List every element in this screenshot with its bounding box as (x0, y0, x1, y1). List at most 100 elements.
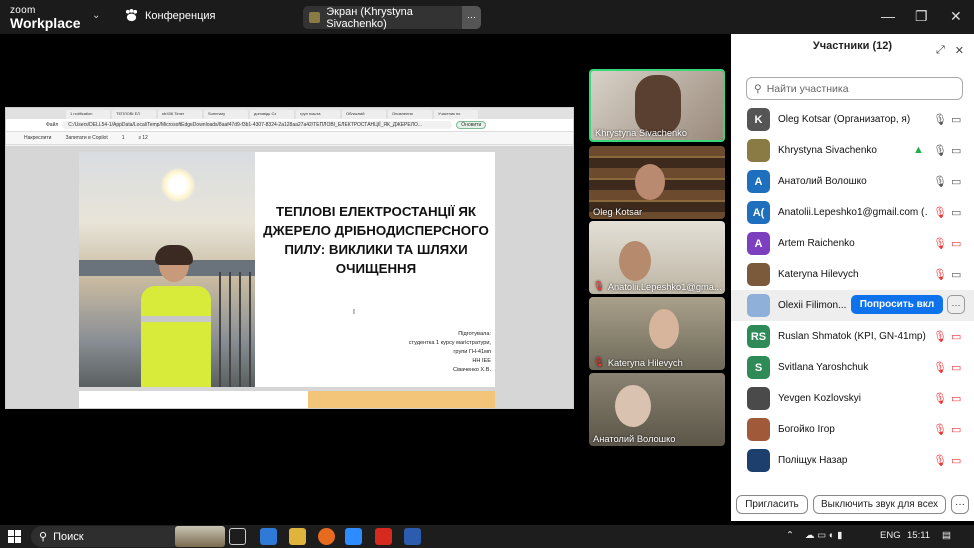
tile-name-text: Kateryna Hilevych (607, 357, 683, 368)
video-icon[interactable]: ▭ (951, 144, 961, 157)
close-button[interactable]: ✕ (950, 8, 962, 25)
prepared-line: студентка 1 курсу магістратури, (408, 340, 491, 346)
browser-tab[interactable]: Summary (204, 110, 248, 119)
participant-row[interactable]: Богойко Ігор 🎙 ▭ (731, 414, 974, 445)
participant-search-input[interactable]: ⚲ Найти участника (746, 77, 963, 100)
share-options-icon[interactable]: ⋯ (462, 6, 481, 29)
page-number[interactable]: 1 (122, 135, 125, 141)
restore-button[interactable]: ❐ (915, 8, 928, 25)
participant-row[interactable]: K Oleg Kotsar (Организатор, я) 🎙 ▭ (731, 104, 974, 135)
browser-tab[interactable]: груп пошта (296, 110, 340, 119)
video-icon[interactable]: ▭ (951, 175, 961, 188)
video-off-icon[interactable]: ▭ (951, 330, 961, 343)
url-field[interactable]: C:/Users/DELL54-1/AppData/Local/Temp/Mic… (62, 121, 453, 129)
browser-tab[interactable]: sfr436 Timer (158, 110, 202, 119)
safety-vest (141, 286, 211, 387)
mic-icon[interactable]: 🎙 (933, 113, 947, 126)
chevron-up-icon[interactable]: ⌃ (786, 530, 794, 541)
taskbar-search-label: Поиск (53, 530, 84, 543)
mic-muted-icon[interactable]: 🎙 (933, 454, 947, 467)
close-panel-icon[interactable]: ✕ (955, 44, 964, 57)
app-icon[interactable] (260, 528, 277, 545)
language-indicator[interactable]: ENG (880, 530, 901, 541)
video-tile[interactable]: Khrystyna Sivachenko (589, 69, 725, 142)
mic-icon[interactable]: 🎙 (933, 175, 947, 188)
browser-tab[interactable]: 1 notification (66, 110, 110, 119)
participant-row[interactable]: A Анатолий Волошко 🎙 ▭ (731, 166, 974, 197)
conference-label: Конференция (145, 9, 216, 22)
participant-name: Oleg Kotsar (Организатор, я) (778, 114, 911, 125)
avatar: A( (747, 201, 770, 224)
pdf-view[interactable]: ТЕПЛОВІ ЕЛЕКТРОСТАНЦІЇ ЯК ДЖЕРЕЛО ДРІБНО… (6, 146, 573, 408)
copilot-button[interactable]: Запитати в Copilot (65, 135, 107, 141)
mic-muted-icon[interactable]: 🎙 (933, 237, 947, 250)
mic-muted-icon[interactable]: 🎙 (933, 330, 947, 343)
video-off-icon[interactable]: ▭ (951, 361, 961, 374)
browser-tab[interactable]: ТЕПЛОВІ ЕЛ (112, 110, 156, 119)
mic-icon[interactable]: 🎙 (933, 144, 947, 157)
video-tile[interactable]: 🎙 Anatolii.Lepeshko1@gma... (589, 221, 725, 294)
participant-row[interactable]: Olexii Filimon... Попросить вкл ··· (731, 290, 974, 321)
video-icon[interactable]: ▭ (951, 206, 961, 219)
ask-to-unmute-button[interactable]: Попросить вкл (851, 295, 943, 314)
video-tile[interactable]: Oleg Kotsar (589, 146, 725, 219)
video-off-icon[interactable]: ▭ (951, 392, 961, 405)
notification-icon[interactable]: ▤ (942, 530, 951, 541)
widgets-thumbnail[interactable] (175, 526, 225, 547)
shared-screen[interactable]: 1 notification ТЕПЛОВІ ЕЛ sfr436 Timer S… (5, 107, 574, 409)
paw-icon (125, 9, 138, 22)
zoom-icon[interactable] (345, 528, 362, 545)
video-icon[interactable]: ▭ (951, 268, 961, 281)
update-button[interactable]: Оновити (456, 121, 487, 129)
mic-muted-icon[interactable]: 🎙 (933, 206, 947, 219)
participant-row[interactable]: Khrystyna Sivachenko ▲ 🎙 ▭ (731, 135, 974, 166)
participant-row[interactable]: RS Ruslan Shmatok (KPI, GN-41mp) 🎙 ▭ (731, 321, 974, 352)
acrobat-icon[interactable] (375, 528, 392, 545)
mic-muted-icon[interactable]: 🎙 (933, 361, 947, 374)
browser-tab[interactable]: Обласний (342, 110, 386, 119)
mic-muted-icon[interactable]: 🎙 (933, 392, 947, 405)
participant-row[interactable]: Поліщук Назар 🎙 ▭ (731, 445, 974, 476)
mute-all-button[interactable]: Выключить звук для всех (813, 495, 946, 514)
video-off-icon[interactable]: ▭ (951, 237, 961, 250)
browser-tab[interactable]: Оновлення (388, 110, 432, 119)
mic-muted-icon[interactable]: 🎙 (933, 423, 947, 436)
chevron-down-icon[interactable]: ⌄ (92, 10, 100, 21)
screen-share-indicator[interactable]: Экран (Khrystyna Sivachenko) ⋯ (303, 6, 481, 30)
footer-more-button[interactable]: ··· (951, 495, 969, 514)
participant-row[interactable]: S Svitlana Yaroshchuk 🎙 ▭ (731, 352, 974, 383)
tray-icons[interactable]: ☁ ▭ ◐ ▮ (805, 530, 842, 541)
participant-face (649, 309, 679, 349)
browser-tab[interactable]: Участник по (434, 110, 478, 119)
video-off-icon[interactable]: ▭ (951, 454, 961, 467)
firefox-icon[interactable] (318, 528, 335, 545)
tile-name-text: Khrystyna Sivachenko (595, 128, 687, 138)
mic-muted-icon[interactable]: 🎙 (933, 268, 947, 281)
task-view-icon[interactable] (229, 528, 246, 545)
participant-name: Anatolii.Lepeshko1@gmail.com (… (778, 207, 928, 218)
video-tile[interactable]: Анатолий Волошко (589, 373, 725, 446)
participant-face (615, 385, 651, 427)
video-icon[interactable]: ▭ (951, 113, 961, 126)
participant-name: Svitlana Yaroshchuk (778, 362, 869, 373)
more-options-button[interactable]: ··· (947, 295, 965, 314)
minimize-button[interactable]: — (881, 8, 895, 24)
participant-row[interactable]: A Artem Raichenko 🎙 ▭ (731, 228, 974, 259)
video-tile[interactable]: 🎙 Kateryna Hilevych (589, 297, 725, 370)
clock[interactable]: 15:11 (907, 530, 930, 541)
panel-controls: ⤢ ✕ (936, 44, 964, 57)
file-explorer-icon[interactable] (289, 528, 306, 545)
draw-button[interactable]: Накреслити (24, 135, 51, 141)
popout-icon[interactable]: ⤢ (936, 44, 945, 57)
participant-name: Kateryna Hilevych (778, 269, 859, 280)
participant-row[interactable]: Kateryna Hilevych 🎙 ▭ (731, 259, 974, 290)
browser-tab[interactable]: доповідь Сх (250, 110, 294, 119)
invite-button[interactable]: Пригласить (736, 495, 808, 514)
tile-name: 🎙 Anatolii.Lepeshko1@gma... (589, 280, 725, 293)
conference-button[interactable]: Конференция (124, 9, 215, 22)
participant-row[interactable]: Yevgen Kozlovskyi 🎙 ▭ (731, 383, 974, 414)
participant-row[interactable]: A( Anatolii.Lepeshko1@gmail.com (… 🎙 ▭ (731, 197, 974, 228)
video-off-icon[interactable]: ▭ (951, 423, 961, 436)
word-icon[interactable] (404, 528, 421, 545)
windows-start-icon[interactable] (8, 530, 21, 543)
